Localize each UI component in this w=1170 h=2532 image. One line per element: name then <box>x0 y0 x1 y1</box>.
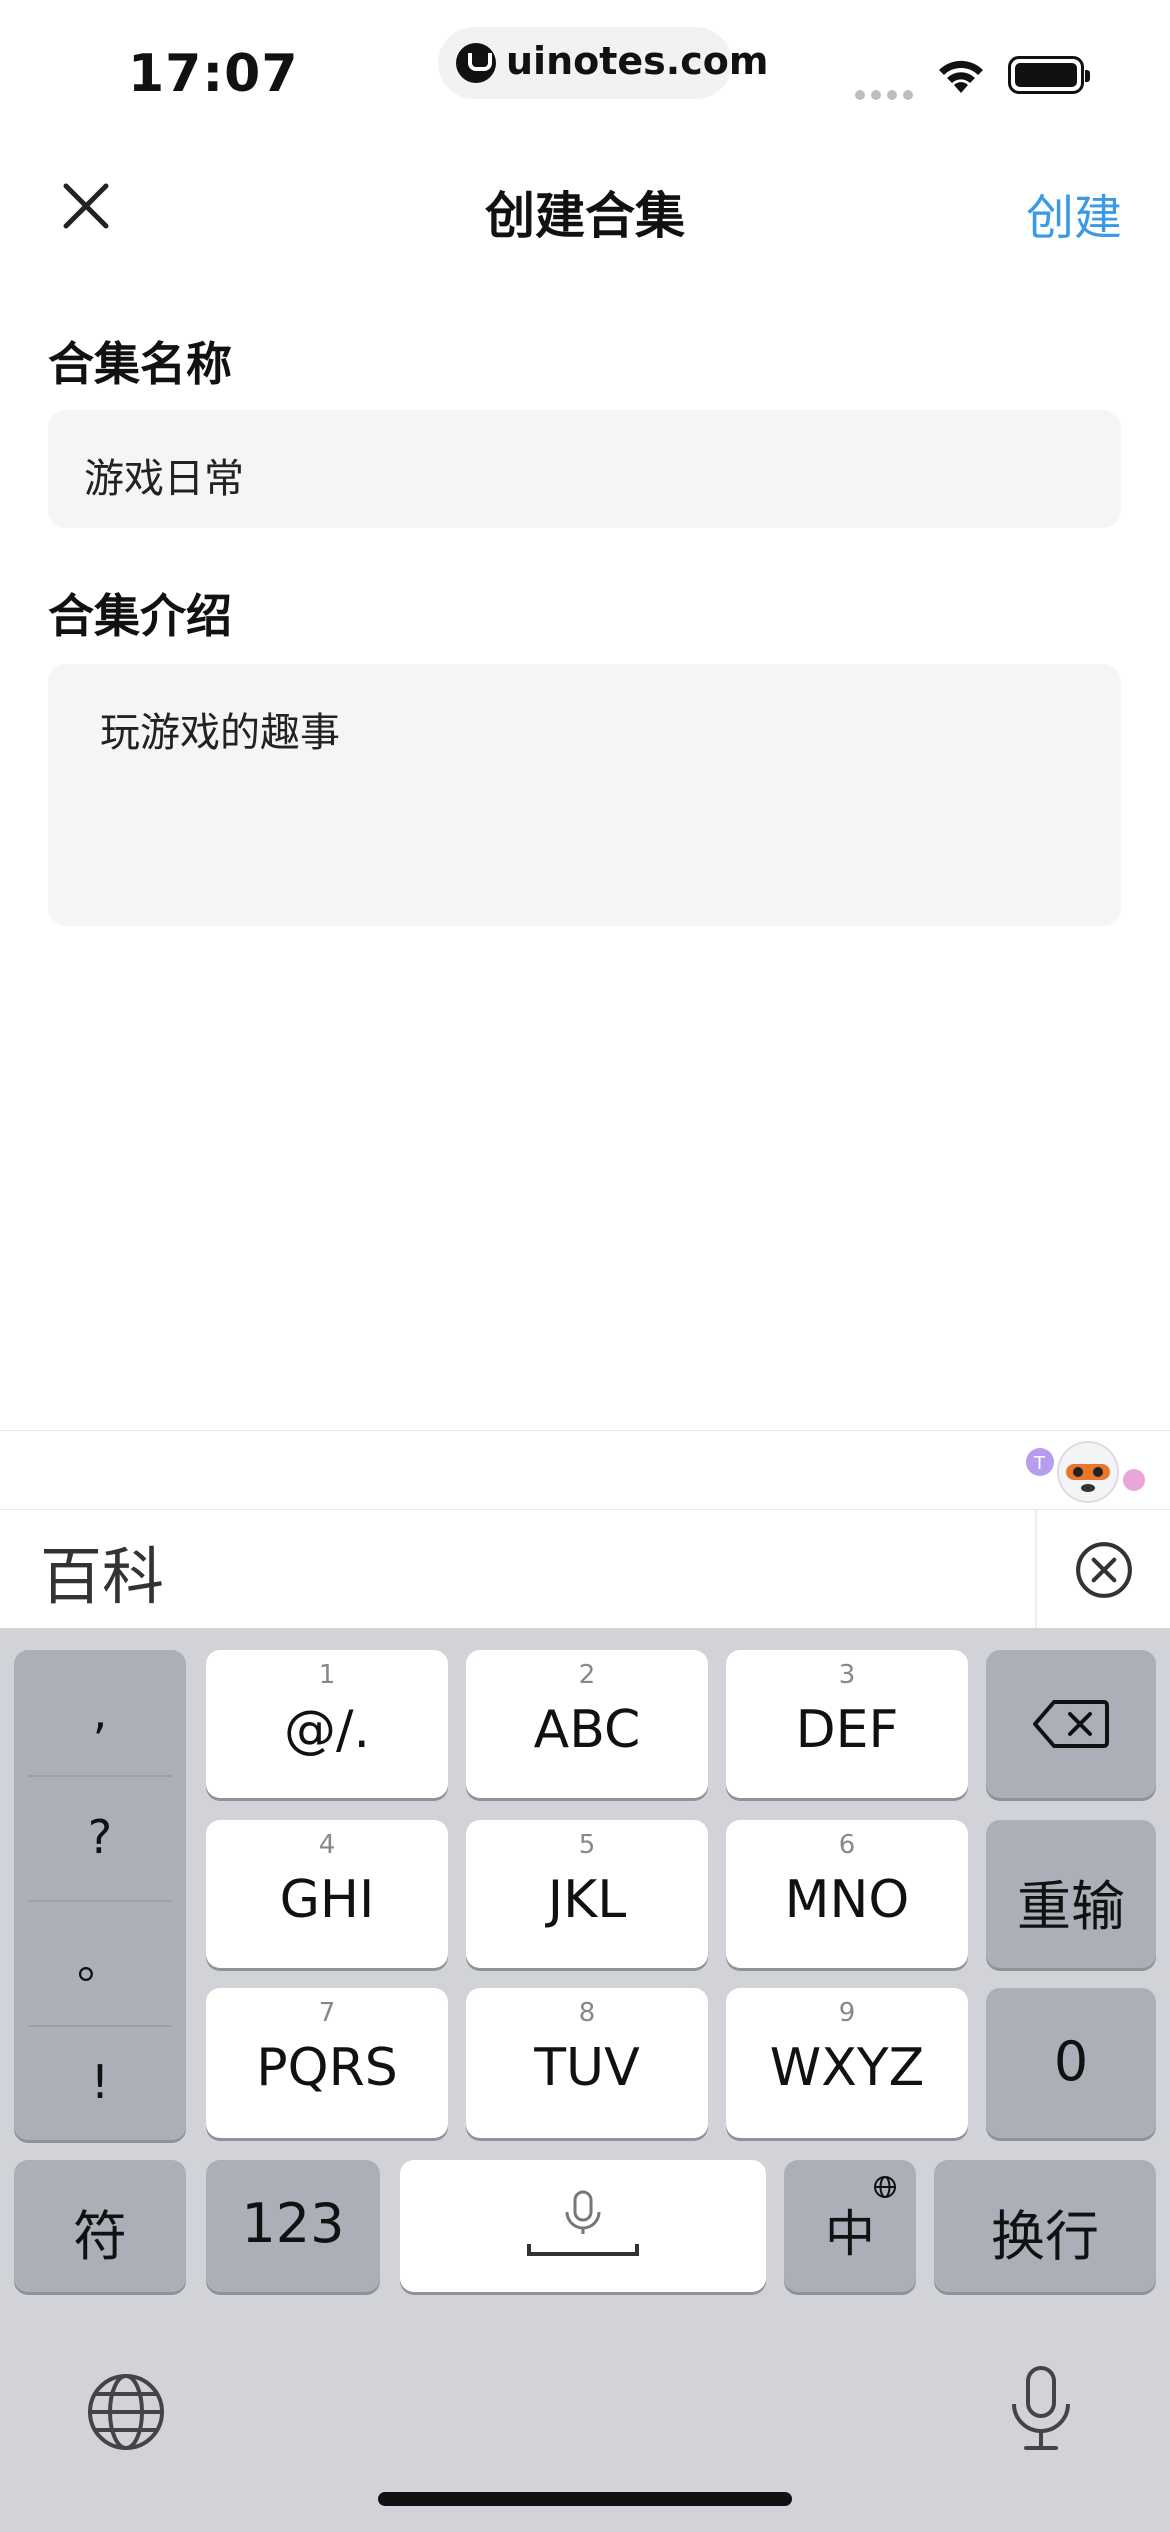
backspace-key[interactable] <box>986 1650 1156 1798</box>
space-key[interactable] <box>400 2160 766 2292</box>
collection-intro-field[interactable]: 玩游戏的趣事 <box>48 664 1121 926</box>
battery-icon <box>1008 56 1090 94</box>
collection-name-value: 游戏日常 <box>84 456 244 502</box>
collection-intro-label: 合集介绍 <box>48 589 232 643</box>
punct-key-comma[interactable]: , <box>14 1650 186 1775</box>
candidate-word[interactable]: 百科 <box>40 1526 164 1616</box>
backspace-icon <box>1033 1700 1109 1748</box>
wifi-icon <box>939 60 983 93</box>
collection-name-field[interactable]: 游戏日常 <box>48 410 1121 528</box>
candidate-divider <box>1035 1510 1037 1628</box>
clear-candidates-icon[interactable] <box>1074 1540 1134 1600</box>
key-4[interactable]: 4 GHI <box>206 1820 448 1968</box>
punct-key-exclaim[interactable]: ! <box>14 2025 186 2140</box>
enter-key[interactable]: 换行 <box>934 2160 1156 2292</box>
key-7[interactable]: 7 PQRS <box>206 1988 448 2138</box>
candidate-bar <box>0 1510 1170 1628</box>
punct-key-question[interactable]: ? <box>14 1775 186 1900</box>
key-5[interactable]: 5 JKL <box>466 1820 708 1968</box>
create-button[interactable]: 创建 <box>1026 178 1122 248</box>
status-bar: 17:07 uinotes.com <box>0 0 1170 130</box>
symbols-key[interactable]: 符 <box>14 2160 186 2292</box>
collection-name-label: 合集名称 <box>48 337 232 391</box>
language-toggle-key[interactable]: 中 <box>784 2160 916 2292</box>
keyboard-toolbar <box>0 1430 1170 1510</box>
home-indicator <box>378 2492 792 2506</box>
zero-key[interactable]: 0 <box>986 1988 1156 2138</box>
collection-intro-value: 玩游戏的趣事 <box>100 710 340 756</box>
space-mic-icon <box>527 2190 639 2256</box>
key-1[interactable]: 1 @/. <box>206 1650 448 1798</box>
key-9[interactable]: 9 WXYZ <box>726 1988 968 2138</box>
svg-text:T: T <box>1033 1453 1046 1474</box>
site-logo-icon <box>456 43 496 83</box>
punctuation-column[interactable]: , ? 。 ! <box>14 1650 186 2140</box>
key-3[interactable]: 3 DEF <box>726 1650 968 1798</box>
key-8[interactable]: 8 TUV <box>466 1988 708 2138</box>
key-6[interactable]: 6 MNO <box>726 1820 968 1968</box>
globe-small-icon <box>874 2176 896 2198</box>
reset-key[interactable]: 重输 <box>986 1820 1156 1968</box>
key-2[interactable]: 2 ABC <box>466 1650 708 1798</box>
signal-dots-icon <box>855 85 919 104</box>
globe-icon[interactable] <box>84 2370 168 2454</box>
url-pill[interactable]: uinotes.com <box>438 27 768 99</box>
status-time: 17:07 <box>128 44 299 104</box>
microphone-icon[interactable] <box>1006 2364 1076 2454</box>
url-text: uinotes.com <box>506 39 769 83</box>
punct-key-period[interactable]: 。 <box>14 1900 186 2025</box>
page-title: 创建合集 <box>485 187 685 245</box>
keyboard-mascot-icon[interactable]: T <box>1022 1436 1152 1508</box>
numbers-key[interactable]: 123 <box>206 2160 380 2292</box>
